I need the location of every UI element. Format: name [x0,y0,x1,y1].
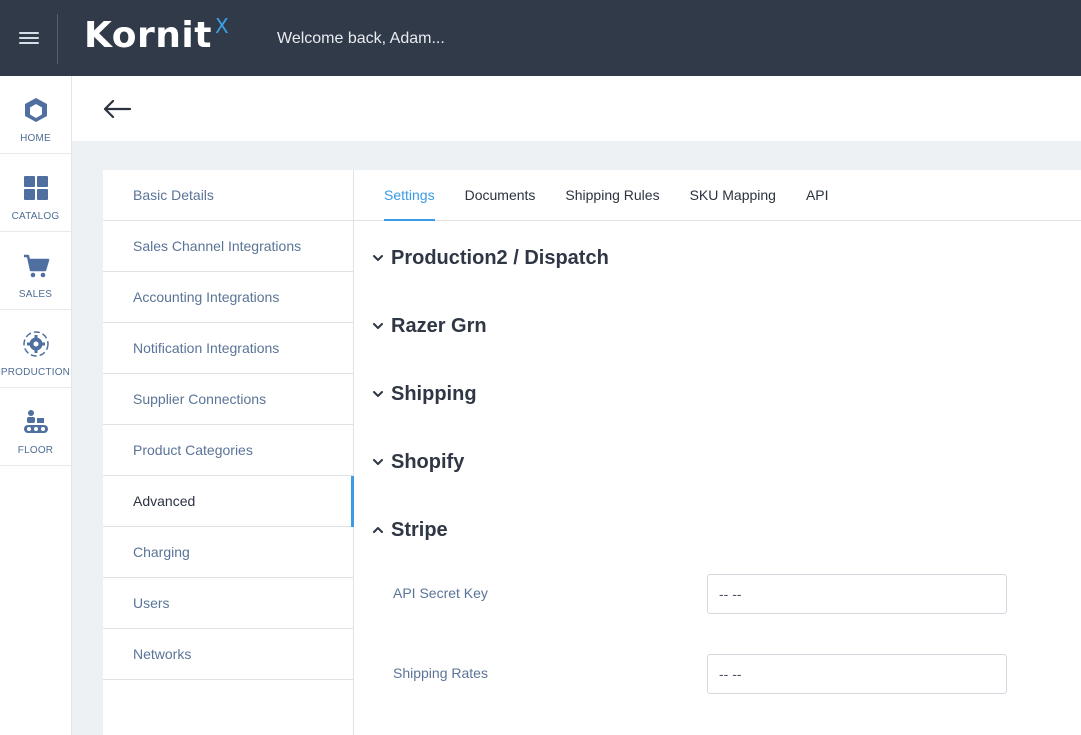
api-secret-key-label: API Secret Key [393,585,488,601]
production-gear-icon [22,331,49,357]
tab-api[interactable]: API [806,170,829,220]
chevron-down-icon [373,323,383,329]
menu-item-basic-details[interactable]: Basic Details [103,170,353,221]
conveyor-icon [23,410,48,433]
nav-item-floor[interactable]: FLOOR [0,388,71,466]
menu-item-users[interactable]: Users [103,578,353,629]
nav-label: HOME [20,133,51,144]
menu-item-advanced[interactable]: Advanced [103,476,354,527]
section-title: Razer Grn [391,314,487,337]
nav-label: SALES [18,289,53,300]
tab-shipping-rules[interactable]: Shipping Rules [565,170,659,220]
shipping-rates-input[interactable] [707,654,1007,694]
back-button[interactable] [102,94,132,124]
tab-bar: Settings Documents Shipping Rules SKU Ma… [354,170,1081,221]
top-bar: Kornit X Welcome back, Adam... [0,0,1081,76]
chevron-down-icon [373,391,383,397]
home-hexagon-icon [24,98,47,122]
nav-item-production[interactable]: PRODUCTION [0,310,71,388]
chevron-down-icon [373,459,383,465]
tab-sku-mapping[interactable]: SKU Mapping [690,170,776,220]
left-navigation: HOME CATALOG SALES PRODUCTION FLOOR [0,76,72,735]
tab-settings[interactable]: Settings [384,170,435,221]
nav-label: CATALOG [11,211,60,222]
chevron-down-icon [373,255,383,261]
nav-item-sales[interactable]: SALES [0,232,71,310]
nav-label: FLOOR [17,445,54,456]
section-stripe[interactable]: Stripe [372,517,448,543]
nav-item-home[interactable]: HOME [0,76,71,154]
hamburger-icon [18,32,39,44]
cart-icon [23,254,49,278]
shipping-rates-label: Shipping Rates [393,665,488,681]
menu-item-notification-integrations[interactable]: Notification Integrations [103,323,353,374]
hamburger-menu-button[interactable] [0,0,57,76]
nav-label: PRODUCTION [0,367,71,378]
menu-item-supplier-connections[interactable]: Supplier Connections [103,374,353,425]
section-razer-grn[interactable]: Razer Grn [372,313,487,339]
menu-item-charging[interactable]: Charging [103,527,353,578]
menu-item-networks[interactable]: Networks [103,629,353,680]
section-title: Production2 / Dispatch [391,246,609,269]
main-panel: Settings Documents Shipping Rules SKU Ma… [354,170,1081,735]
section-shipping[interactable]: Shipping [372,381,477,407]
nav-item-catalog[interactable]: CATALOG [0,154,71,232]
menu-item-sales-channel-integrations[interactable]: Sales Channel Integrations [103,221,353,272]
page-header [72,76,1081,141]
grid-icon [23,176,48,200]
tab-documents[interactable]: Documents [465,170,536,220]
section-title: Shipping [391,382,477,405]
top-divider [57,14,58,64]
chevron-up-icon [373,527,383,533]
section-title: Stripe [391,518,448,541]
menu-item-product-categories[interactable]: Product Categories [103,425,353,476]
logo-suffix: X [214,14,229,38]
section-title: Shopify [391,450,465,473]
section-production2-dispatch[interactable]: Production2 / Dispatch [372,245,609,271]
section-shopify[interactable]: Shopify [372,449,464,475]
logo-text: Kornit [84,15,212,56]
menu-item-accounting-integrations[interactable]: Accounting Integrations [103,272,353,323]
kornit-logo[interactable]: Kornit X [84,14,229,58]
api-secret-key-input[interactable] [707,574,1007,614]
arrow-left-icon [103,99,132,119]
welcome-message: Welcome back, Adam... [277,30,445,47]
settings-menu: Basic Details Sales Channel Integrations… [103,170,354,735]
